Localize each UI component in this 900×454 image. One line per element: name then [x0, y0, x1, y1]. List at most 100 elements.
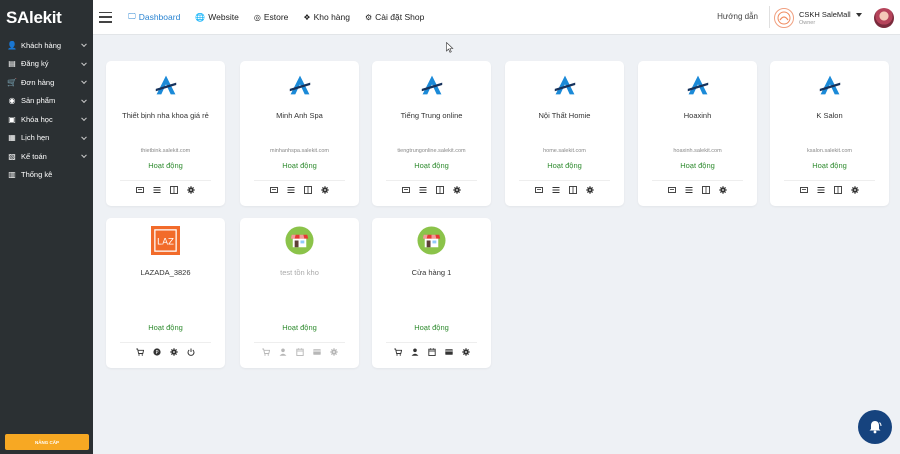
menu-dashboard[interactable]: 🖵 Dashboard	[128, 12, 180, 22]
chevron-down-icon	[81, 97, 87, 103]
shop-card[interactable]: LAZ LAZADA_3826 Hoạt động P	[106, 218, 225, 368]
website-icon[interactable]	[270, 186, 278, 194]
credit-card-icon[interactable]	[444, 348, 453, 356]
menu-toggle-icon[interactable]	[99, 11, 112, 23]
help-link[interactable]: Hướng dẫn	[717, 12, 758, 21]
layout-icon[interactable]	[569, 186, 577, 194]
shop-card[interactable]: K Salon ksalon.salekit.com Hoạt động	[770, 61, 889, 206]
calendar-icon: ▦	[8, 133, 16, 143]
shop-card[interactable]: Cửa hàng 1 Hoạt động	[372, 218, 491, 368]
shop-domain: tiengtrungonline.salekit.com	[397, 148, 466, 154]
status-badge: Hoạt động	[812, 161, 847, 170]
layout-icon[interactable]	[702, 186, 710, 194]
cart-icon[interactable]	[136, 348, 144, 356]
monitor-icon: 🖵	[128, 12, 136, 21]
gear-icon[interactable]	[851, 186, 859, 194]
sidebar-item-2[interactable]: 🛒 Đơn hàng	[0, 73, 93, 92]
gear-icon[interactable]	[586, 186, 594, 194]
upgrade-button[interactable]: NÂNG CẤP	[5, 434, 89, 450]
card-actions	[240, 186, 359, 194]
shop-card[interactable]: Nội Thất Homie home.salekit.com Hoạt động	[505, 61, 624, 206]
website-icon[interactable]	[136, 186, 144, 194]
user-icon: 👤	[7, 40, 17, 50]
gear-icon[interactable]	[719, 186, 727, 194]
sidebar-item-3[interactable]: ◉ Sản phẩm	[0, 92, 93, 111]
shop-card[interactable]: Tiếng Trung online tiengtrungonline.salek…	[372, 61, 491, 206]
list-icon[interactable]	[419, 186, 427, 194]
salekit-logo-icon	[285, 71, 315, 99]
menu-label: Kho hàng	[313, 12, 350, 22]
shop-name: LAZADA_3826	[140, 268, 191, 277]
chart-icon: ▥	[8, 170, 16, 180]
avatar[interactable]	[874, 7, 894, 28]
shop-grid: Thiết bịnh nha khoa giá rẻ thietbink.sale…	[93, 35, 900, 454]
card-divider	[652, 180, 743, 181]
salekit-logo-icon	[417, 71, 447, 99]
salekit-logo-icon	[683, 71, 713, 99]
menu-kho-hàng[interactable]: ❖ Kho hàng	[303, 12, 350, 22]
store-logo-icon	[417, 225, 447, 255]
chevron-down-icon	[81, 115, 87, 122]
credit-card-icon[interactable]	[312, 348, 321, 356]
shop-card[interactable]: Minh Anh Spa minhanhspa.salekit.com Hoạt đ…	[240, 61, 359, 206]
gear-icon[interactable]	[321, 186, 329, 194]
account-menu[interactable]: CSKH SaleMall Owner	[774, 4, 894, 31]
shop-card[interactable]: Hoaxinh hoaxinh.salekit.com Hoạt động	[638, 61, 757, 206]
sidebar-item-7[interactable]: ▥ Thống kê	[0, 166, 93, 185]
shop-card[interactable]: test tồn kho Hoạt động	[240, 218, 359, 368]
layout-icon[interactable]	[834, 186, 842, 194]
layout-icon[interactable]	[436, 186, 444, 194]
website-icon[interactable]	[800, 186, 808, 194]
gear-icon[interactable]	[170, 348, 178, 356]
info-icon[interactable]: P	[153, 348, 161, 356]
bell-icon	[869, 421, 882, 434]
cart-icon: 🛒	[7, 77, 17, 87]
cart-icon[interactable]	[261, 348, 270, 356]
card-divider	[386, 180, 477, 181]
menu-estore[interactable]: ◎ Estore	[254, 12, 289, 22]
sidebar-item-5[interactable]: ▦ Lịch hẹn	[0, 129, 93, 148]
website-icon[interactable]	[535, 186, 543, 194]
gear-icon[interactable]	[187, 186, 195, 194]
sidebar-item-1[interactable]: ▤ Đăng ký	[0, 55, 93, 74]
menu-website[interactable]: 🌐 Website	[195, 12, 239, 22]
user-icon[interactable]	[411, 348, 419, 356]
power-icon[interactable]	[187, 348, 195, 356]
gear-icon[interactable]	[329, 348, 338, 356]
website-icon[interactable]	[668, 186, 676, 194]
website-icon[interactable]	[402, 186, 410, 194]
menu-label: Estore	[263, 12, 289, 22]
chevron-down-icon	[81, 152, 87, 159]
list-icon[interactable]	[817, 186, 825, 194]
gear-icon[interactable]	[461, 348, 470, 356]
notification-bell-button[interactable]	[858, 410, 892, 444]
svg-text:P: P	[155, 350, 158, 356]
menu-cài-đặt-shop[interactable]: ⚙ Cài đặt Shop	[365, 12, 424, 22]
sidebar-item-0[interactable]: 👤 Khách hàng	[0, 36, 93, 55]
shop-name: Minh Anh Spa	[276, 111, 323, 120]
card-actions	[638, 186, 757, 194]
accounting-icon: ▧	[8, 151, 16, 161]
user-icon[interactable]	[279, 348, 287, 356]
calendar-icon[interactable]	[295, 348, 304, 356]
status-badge: Hoạt động	[414, 323, 449, 332]
register-icon: ▤	[8, 59, 16, 69]
sidebar: S Alekit 👤 Khách hàng ▤ Đăng ký 🛒 Đơn hàng ◉ Sản…	[0, 0, 93, 454]
list-icon[interactable]	[685, 186, 693, 194]
card-actions	[372, 186, 491, 194]
sidebar-item-label: Kế toán	[21, 151, 47, 161]
sidebar-item-6[interactable]: ▧ Kế toán	[0, 147, 93, 166]
brand-logo[interactable]: S Alekit	[0, 0, 93, 36]
card-divider	[519, 180, 610, 181]
layout-icon[interactable]	[170, 186, 178, 194]
cart-icon[interactable]	[393, 348, 402, 356]
layout-icon[interactable]	[304, 186, 312, 194]
list-icon[interactable]	[287, 186, 295, 194]
list-icon[interactable]	[153, 186, 161, 194]
sidebar-item-4[interactable]: ▣ Khóa học	[0, 110, 93, 129]
list-icon[interactable]	[552, 186, 560, 194]
calendar-icon[interactable]	[427, 348, 436, 356]
gear-icon[interactable]	[453, 186, 461, 194]
shop-card[interactable]: Thiết bịnh nha khoa giá rẻ thietbink.sale…	[106, 61, 225, 206]
course-icon: ▣	[8, 114, 16, 124]
